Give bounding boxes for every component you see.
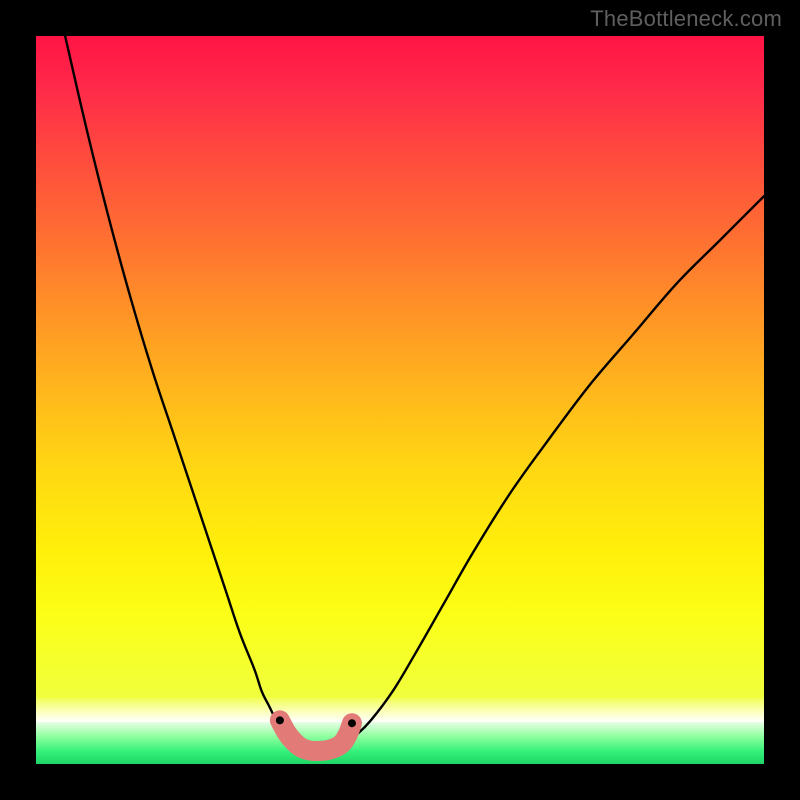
highlight-band xyxy=(280,720,352,751)
watermark-text: TheBottleneck.com xyxy=(590,6,782,32)
left-curve xyxy=(65,36,298,747)
curve-layer xyxy=(36,36,764,764)
band-endpoint-1 xyxy=(348,719,356,727)
right-curve xyxy=(342,196,764,746)
plot-area xyxy=(36,36,764,764)
chart-frame: TheBottleneck.com xyxy=(0,0,800,800)
band-endpoint-0 xyxy=(276,716,284,724)
